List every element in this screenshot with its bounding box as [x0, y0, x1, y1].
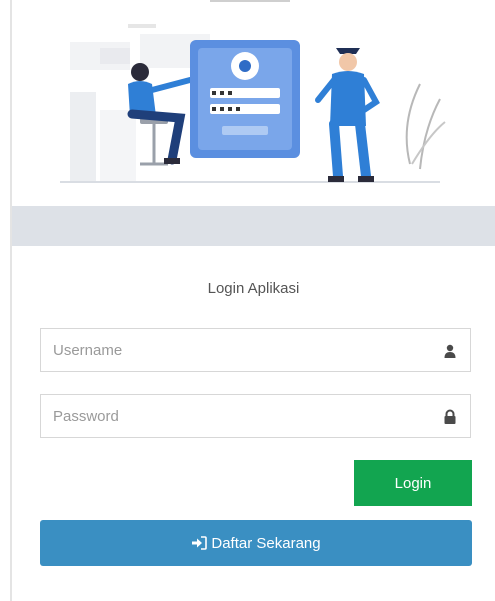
register-button[interactable]: Daftar Sekarang — [40, 520, 472, 566]
login-button[interactable]: Login — [354, 460, 472, 506]
lock-icon — [444, 409, 456, 424]
left-border — [10, 0, 12, 601]
register-button-label: Daftar Sekarang — [211, 534, 321, 552]
username-input[interactable] — [41, 329, 421, 371]
password-field[interactable] — [40, 394, 471, 438]
header-band — [12, 206, 495, 246]
sign-in-icon — [192, 536, 208, 550]
login-illustration — [60, 24, 446, 183]
login-title: Login Aplikasi — [207, 280, 300, 297]
login-button-label: Login — [394, 474, 432, 492]
top-border — [210, 0, 290, 2]
username-field[interactable] — [40, 328, 471, 372]
password-input[interactable] — [41, 395, 421, 437]
user-icon — [444, 344, 456, 358]
